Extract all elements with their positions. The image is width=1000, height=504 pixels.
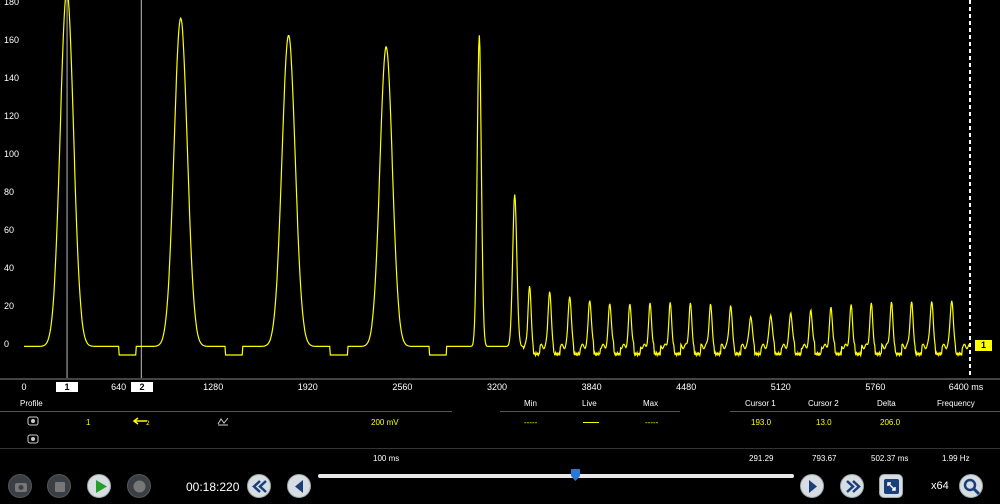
- y-tick-label: 140: [4, 72, 20, 83]
- y-tick-label: 180: [4, 0, 20, 7]
- timebase-probe-icon[interactable]: [27, 434, 39, 444]
- cursor1-time: 291.29: [749, 454, 774, 463]
- cursor2-time: 793.67: [812, 454, 837, 463]
- x-tick-label: 5760: [865, 382, 886, 392]
- skip-back-button[interactable]: [247, 474, 271, 498]
- stop-button[interactable]: [47, 474, 71, 498]
- camera-icon: [15, 483, 27, 492]
- delta-time: 502.37 ms: [871, 454, 909, 463]
- camera-button[interactable]: [8, 474, 32, 498]
- cursor-2-tag[interactable]: 2: [131, 382, 153, 392]
- y-tick-label: 60: [4, 224, 15, 235]
- channel-scale: 200 mV: [371, 418, 399, 427]
- cursor1-header: Cursor 1: [745, 399, 776, 408]
- y-tick-label: 100: [4, 148, 20, 159]
- max-value: -----: [645, 418, 659, 427]
- play-button[interactable]: [87, 474, 111, 498]
- scope-settings-icon[interactable]: [217, 416, 229, 426]
- expand-icon: [884, 479, 899, 494]
- x-tick-label: 3840: [581, 382, 602, 392]
- x-tick-label: 5120: [770, 382, 791, 392]
- magnifier-icon: [963, 478, 981, 496]
- x-tick-label: 3200: [486, 382, 508, 392]
- max-header: Max: [643, 399, 659, 408]
- zoom-fit-button[interactable]: [879, 474, 903, 498]
- record-button[interactable]: [127, 474, 151, 498]
- delta-header: Delta: [877, 399, 896, 408]
- x-tick-label: 2560: [392, 382, 413, 392]
- x-tick-label: 4480: [676, 382, 697, 392]
- channel-number: 1: [86, 418, 91, 427]
- playback-slider[interactable]: [318, 474, 794, 478]
- frequency-header: Frequency: [937, 399, 975, 408]
- x-tick-label: 0: [21, 382, 27, 392]
- play-icon: [96, 480, 107, 493]
- cursor1-value: 193.0: [751, 418, 772, 427]
- live-indicator: [583, 422, 599, 423]
- step-forward-button[interactable]: [800, 474, 824, 498]
- live-header: Live: [582, 399, 597, 408]
- y-tick-label: 0: [4, 338, 10, 349]
- x-tick-label: 1280: [203, 382, 224, 392]
- channel-1-marker[interactable]: 1: [975, 340, 992, 351]
- stop-icon: [55, 482, 65, 492]
- cursor2-header: Cursor 2: [808, 399, 839, 408]
- record-icon: [133, 480, 146, 493]
- channel-probe-icon[interactable]: [27, 416, 39, 426]
- min-header: Min: [524, 399, 537, 408]
- slider-thumb[interactable]: [570, 469, 580, 481]
- playback-time: 00:18:220: [186, 480, 240, 494]
- x-tick-label: 640: [111, 382, 127, 392]
- chevron-right-icon: [809, 480, 817, 493]
- skip-forward-button[interactable]: [840, 474, 864, 498]
- chevron-left-icon: [295, 480, 303, 493]
- double-chevron-left-icon: [252, 480, 267, 493]
- measurement-panel: Profile Min Live Max Cursor 1 Cursor 2 D…: [0, 393, 1000, 468]
- timebase-value: 100 ms: [373, 454, 400, 463]
- cursor-1-tag[interactable]: 1: [56, 382, 78, 392]
- y-tick-label: 40: [4, 262, 15, 273]
- double-chevron-right-icon: [846, 480, 861, 493]
- trace-select-icon[interactable]: 2: [133, 416, 151, 426]
- waveform-svg: [0, 0, 1000, 380]
- step-back-button[interactable]: [287, 474, 311, 498]
- y-tick-label: 120: [4, 110, 20, 121]
- delta-value: 206.0: [880, 418, 901, 427]
- profile-label: Profile: [20, 399, 43, 408]
- x-tick-label: 6400 ms: [948, 382, 984, 392]
- y-tick-label: 80: [4, 186, 15, 197]
- zoom-level: x64: [931, 480, 949, 492]
- zoom-button[interactable]: [959, 474, 983, 498]
- frequency-value: 1.99 Hz: [942, 454, 970, 463]
- x-tick-label: 1920: [297, 382, 318, 392]
- channel-1-trace: [24, 0, 971, 358]
- min-value: -----: [524, 418, 538, 427]
- waveform-plot[interactable]: [0, 0, 1000, 380]
- cursor2-value: 13.0: [816, 418, 832, 427]
- y-tick-label: 20: [4, 300, 15, 311]
- svg-text:2: 2: [146, 420, 150, 426]
- y-tick-label: 160: [4, 34, 20, 45]
